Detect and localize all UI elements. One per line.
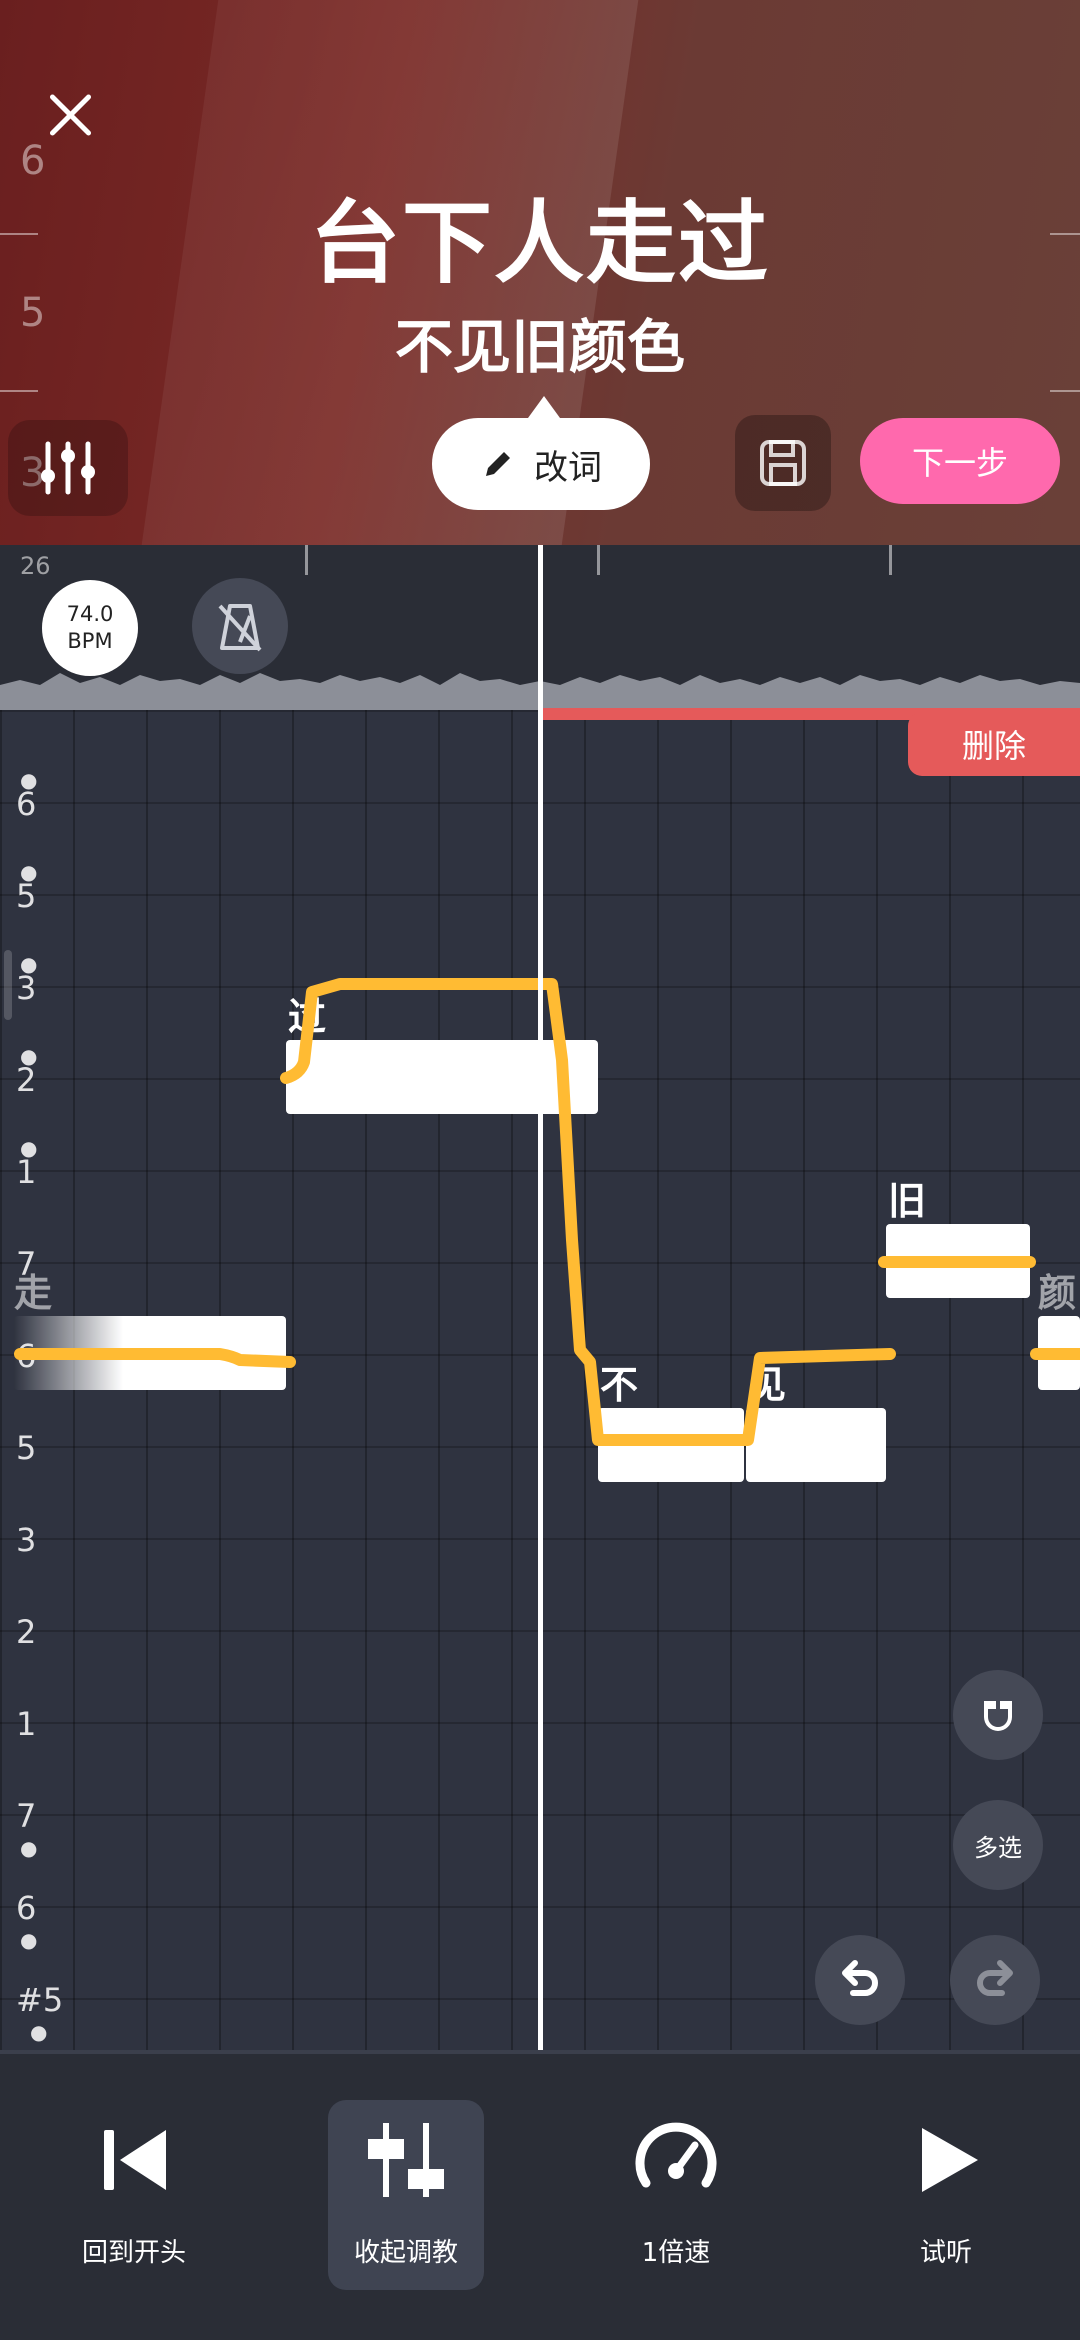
note-lyric: 走 (14, 1271, 53, 1315)
scale-label: 2 (16, 1061, 37, 1099)
redo-button[interactable] (950, 1935, 1040, 2025)
close-button[interactable] (40, 85, 100, 145)
octave-dot: ● (30, 2020, 48, 2044)
magnet-icon (984, 1701, 1012, 1731)
note-lyric: 颜 (1038, 1271, 1077, 1315)
scale-label: 2 (16, 1613, 37, 1651)
redo-icon (977, 1960, 1013, 1996)
equalizer-icon (41, 441, 95, 495)
playback-speed-button[interactable]: 1倍速 (598, 2100, 754, 2290)
preview-play-button[interactable]: 试听 (868, 2100, 1024, 2290)
scale-label: 6 (16, 785, 37, 823)
bar-tick (889, 545, 892, 575)
edit-lyrics-button[interactable]: 改词 (432, 396, 650, 510)
octave-dot: ● (20, 1928, 38, 1952)
scale-label: 3 (16, 969, 37, 1007)
mixer-button[interactable] (8, 420, 128, 516)
note-lyric: 旧 (888, 1179, 927, 1223)
scale-tick (0, 390, 38, 392)
collapse-tuning-button[interactable]: 收起调教 (328, 2100, 484, 2290)
note-lyric: 过 (288, 995, 327, 1039)
scale-label: 5 (16, 877, 37, 915)
note-block[interactable] (1038, 1316, 1080, 1390)
scale-label: 1 (16, 1705, 37, 1743)
scroll-handle[interactable] (4, 950, 12, 1020)
bar-tick (597, 545, 600, 575)
note-lyric: 不 (600, 1363, 639, 1407)
undo-button[interactable] (815, 1935, 905, 2025)
play-icon (922, 2128, 978, 2192)
undo-icon (842, 1960, 878, 1996)
octave-dot: ● (20, 1836, 38, 1860)
lyrics-header: 6 5 3 台下人走过 不见旧颜色 改词 下一步 (0, 0, 1080, 545)
scale-label: 1 (16, 1153, 37, 1191)
scale-label: 7 (16, 1797, 37, 1835)
rewind-button[interactable]: 回到开头 (56, 2100, 212, 2290)
rewind-label: 回到开头 (81, 2238, 186, 2268)
playhead[interactable] (538, 545, 543, 2050)
skip-back-icon (104, 2130, 166, 2190)
note-block[interactable] (886, 1224, 1030, 1298)
note-block[interactable] (14, 1316, 286, 1390)
scale-label: 3 (16, 1521, 37, 1559)
edit-lyrics-label: 改词 (534, 447, 602, 488)
playback-speed-label: 1倍速 (641, 2238, 711, 2268)
preview-label: 试听 (919, 2238, 972, 2268)
collapse-tuning-label: 收起调教 (353, 2238, 458, 2268)
next-step-button[interactable]: 下一步 (860, 418, 1060, 504)
delete-button[interactable]: 删除 (908, 712, 1080, 776)
note-block[interactable] (746, 1408, 886, 1482)
scale-label: 5 (16, 1429, 37, 1467)
metronome-off-icon (218, 604, 262, 652)
current-lyric-line: 台下人走过 (310, 191, 770, 296)
scale-tick (1050, 390, 1080, 392)
tuning-faders-icon (368, 2123, 444, 2197)
note-lyric: 见 (748, 1363, 787, 1407)
pencil-icon (486, 452, 510, 476)
multi-select-button[interactable]: 多选 (953, 1800, 1043, 1890)
bpm-value: 74.0 (66, 601, 114, 626)
speedometer-icon (635, 2122, 717, 2188)
note-block[interactable] (598, 1408, 744, 1482)
scale-label: #5 (16, 1981, 64, 2019)
save-button[interactable] (735, 415, 831, 511)
note-block[interactable] (286, 1040, 598, 1114)
scale-label: 6 (16, 1889, 37, 1927)
snap-button[interactable] (953, 1670, 1043, 1760)
bar-number: 26 (20, 552, 51, 580)
bar-tick (305, 545, 308, 575)
save-icon (760, 440, 806, 486)
multi-select-label: 多选 (974, 1833, 1022, 1862)
bpm-unit: BPM (67, 629, 113, 653)
next-lyric-line: 不见旧颜色 (394, 313, 685, 381)
